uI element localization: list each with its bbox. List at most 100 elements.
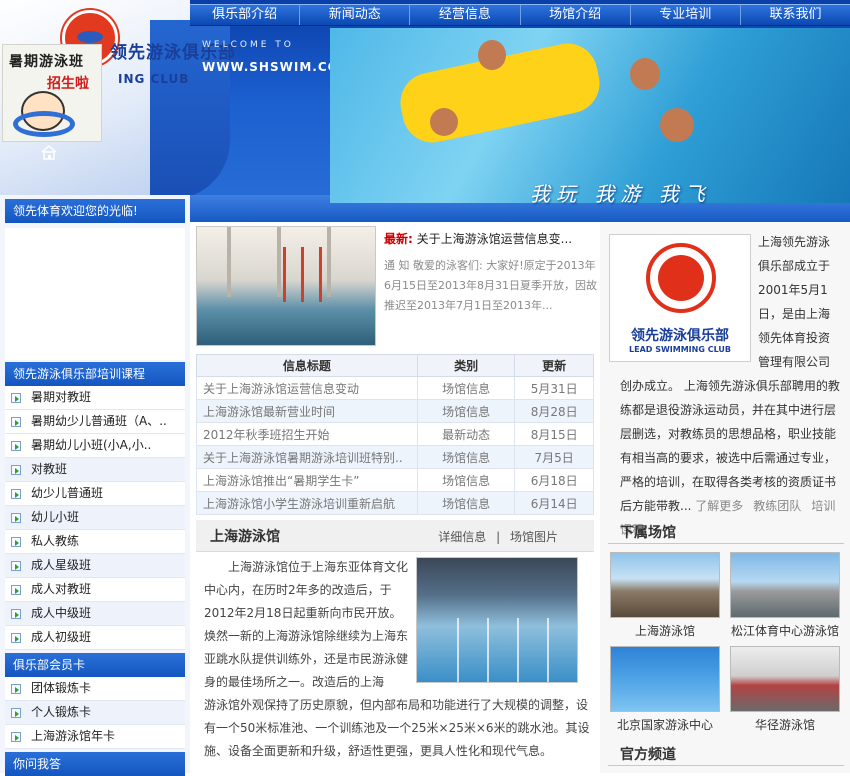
- arrow-icon: [11, 512, 21, 523]
- swimmer-1: [478, 40, 506, 70]
- swim-club-logo-icon: [646, 243, 716, 313]
- row-title[interactable]: 2012年秋季班招生开始: [196, 422, 418, 446]
- latest-summary: 通 知 敬爱的泳客们: 大家好!原定于2013年6月15日至2013年8月31日…: [384, 259, 597, 312]
- swim-ring-icon: [13, 111, 75, 137]
- promo-title: 暑期游泳班: [9, 54, 84, 70]
- col-title-header: 信息标题: [196, 354, 418, 377]
- swimmer-2: [630, 58, 660, 90]
- news-photo[interactable]: [196, 226, 376, 346]
- nav-contact[interactable]: 联系我们: [741, 5, 850, 25]
- course-item[interactable]: 成人对教班: [5, 578, 185, 602]
- arrow-icon: [11, 488, 21, 499]
- venue-caption[interactable]: 上海游泳馆: [600, 622, 730, 639]
- table-row[interactable]: 2012年秋季班招生开始 最新动态 8月15日: [196, 422, 594, 446]
- swimmer-4: [430, 108, 458, 136]
- coach-team-link[interactable]: 教练团队: [753, 499, 801, 513]
- venues-section-title: 下属场馆: [608, 522, 844, 544]
- row-title[interactable]: 上海游泳馆推出“暑期学生卡”: [196, 468, 418, 492]
- venue-caption[interactable]: 华径游泳馆: [720, 716, 850, 733]
- row-category: 场馆信息: [416, 376, 516, 400]
- card-label: 上海游泳馆年卡: [31, 729, 116, 743]
- venue-photos-link[interactable]: 场馆图片: [510, 530, 558, 544]
- roof-beam: [277, 227, 281, 297]
- course-item[interactable]: 幼少儿普通班: [5, 482, 185, 506]
- venue-caption[interactable]: 北京国家游泳中心: [600, 716, 730, 733]
- course-item[interactable]: 私人教练: [5, 530, 185, 554]
- promo-subtitle: 招生啦: [47, 76, 89, 92]
- venue-thumb-songjiang[interactable]: [730, 552, 840, 618]
- card-item[interactable]: 团体锻炼卡: [5, 677, 185, 701]
- row-category: 最新动态: [416, 422, 516, 446]
- welcome-box-body: [5, 228, 185, 360]
- arrow-icon: [11, 707, 21, 718]
- row-title[interactable]: 上海游泳馆小学生游泳培训重新启航: [196, 491, 418, 515]
- qa-box-title: 你问我答: [5, 752, 185, 776]
- course-label: 成人星级班: [31, 558, 92, 572]
- row-title[interactable]: 关于上海游泳馆暑期游泳培训班特别..: [196, 445, 418, 469]
- latest-news[interactable]: 最新: 关于上海游泳馆运营信息变...: [384, 230, 572, 247]
- card-label: 个人锻炼卡: [31, 705, 92, 719]
- course-item[interactable]: 暑期幼少儿普通班（A、..: [5, 410, 185, 434]
- table-row[interactable]: 关于上海游泳馆暑期游泳培训班特别.. 场馆信息 7月5日: [196, 445, 594, 469]
- col-category-header: 类别: [416, 354, 516, 377]
- nav-training[interactable]: 专业培训: [631, 5, 741, 25]
- nav-club-intro[interactable]: 俱乐部介绍: [190, 5, 301, 25]
- venue-detail-link[interactable]: 详细信息: [438, 530, 486, 544]
- venue-links: 详细信息 | 场馆图片: [438, 528, 558, 545]
- table-row[interactable]: 关于上海游泳馆运营信息变动 场馆信息 5月31日: [196, 376, 594, 400]
- home-icon[interactable]: [40, 144, 58, 160]
- course-label: 暑期对教班: [31, 390, 92, 404]
- card-item[interactable]: 上海游泳馆年卡: [5, 725, 185, 749]
- card-item[interactable]: 个人锻炼卡: [5, 701, 185, 725]
- red-pillar: [301, 247, 304, 302]
- learn-more-link[interactable]: 了解更多: [695, 499, 743, 513]
- row-category: 场馆信息: [416, 491, 516, 515]
- arrow-icon: [11, 608, 21, 619]
- table-row[interactable]: 上海游泳馆最新营业时间 场馆信息 8月28日: [196, 399, 594, 423]
- table-header-row: 信息标题 类别 更新: [196, 354, 594, 377]
- venue-description: 上海游泳馆位于上海东亚体育文化中心内，在历时2年多的改造后，于2012年2月18…: [204, 556, 590, 763]
- row-date: 5月31日: [514, 376, 594, 400]
- course-item[interactable]: 暑期对教班: [5, 386, 185, 410]
- table-row[interactable]: 上海游泳馆小学生游泳培训重新启航 场馆信息 6月14日: [196, 491, 594, 515]
- arrow-icon: [11, 416, 21, 427]
- arrow-icon: [11, 440, 21, 451]
- course-label: 私人教练: [31, 534, 80, 548]
- course-list: 暑期对教班 暑期幼少儿普通班（A、.. 暑期幼儿小班(小A,小.. 对教班 幼少…: [5, 386, 185, 650]
- club-intro: 创办成立。 上海领先游泳俱乐部聘用的教练都是退役游泳运动员，并在其中进行层层删选…: [620, 374, 844, 542]
- venue-thumb-beijing[interactable]: [610, 646, 720, 712]
- arrow-icon: [11, 683, 21, 694]
- roof-beam: [327, 227, 331, 297]
- summer-class-promo[interactable]: 暑期游泳班 招生啦: [2, 44, 102, 142]
- venue-caption[interactable]: 松江体育中心游泳馆: [720, 622, 850, 639]
- arrow-icon: [11, 731, 21, 742]
- red-pillar: [283, 247, 286, 302]
- course-label: 成人对教班: [31, 582, 92, 596]
- red-pillar: [319, 247, 322, 302]
- venue-thumb-huajing[interactable]: [730, 646, 840, 712]
- row-date: 7月5日: [514, 445, 594, 469]
- nav-news[interactable]: 新闻动态: [300, 5, 411, 25]
- club-subtitle: ING CLUB: [118, 72, 190, 86]
- row-date: 8月15日: [514, 422, 594, 446]
- latest-label: 最新:: [384, 232, 413, 246]
- course-item[interactable]: 成人星级班: [5, 554, 185, 578]
- course-item[interactable]: 对教班: [5, 458, 185, 482]
- nav-venues[interactable]: 场馆介绍: [521, 5, 631, 25]
- course-item[interactable]: 成人中级班: [5, 602, 185, 626]
- course-item[interactable]: 暑期幼儿小班(小A,小..: [5, 434, 185, 458]
- center-column: 最新: 关于上海游泳馆运营信息变... 通 知 敬爱的泳客们: 大家好!原定于2…: [190, 222, 600, 773]
- official-channel-title: 官方频道: [608, 744, 844, 766]
- arrow-icon: [11, 536, 21, 547]
- row-title[interactable]: 上海游泳馆最新营业时间: [196, 399, 418, 423]
- course-item[interactable]: 幼儿小班: [5, 506, 185, 530]
- arrow-icon: [11, 584, 21, 595]
- table-row[interactable]: 上海游泳馆推出“暑期学生卡” 场馆信息 6月18日: [196, 468, 594, 492]
- cards-box-title: 俱乐部会员卡: [5, 653, 185, 677]
- course-label: 暑期幼少儿普通班（A、..: [31, 414, 167, 428]
- course-item[interactable]: 成人初级班: [5, 626, 185, 650]
- row-title[interactable]: 关于上海游泳馆运营信息变动: [196, 376, 418, 400]
- venue-thumb-shanghai[interactable]: [610, 552, 720, 618]
- nav-business-info[interactable]: 经营信息: [410, 5, 521, 25]
- latest-title: 关于上海游泳馆运营信息变...: [416, 232, 573, 246]
